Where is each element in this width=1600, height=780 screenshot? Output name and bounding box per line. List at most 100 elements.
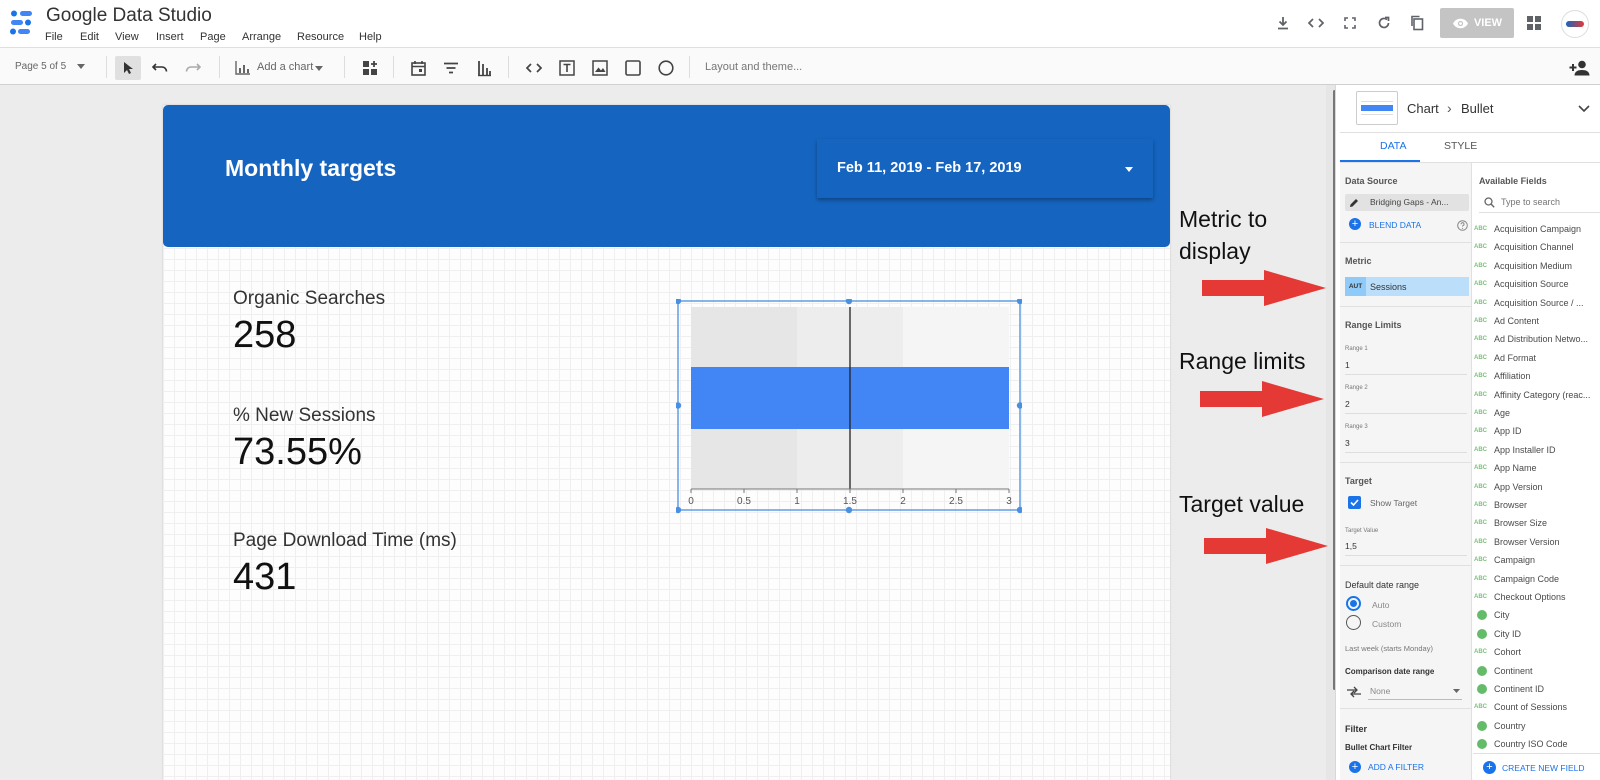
resize-handle[interactable]: [676, 506, 682, 514]
field-item[interactable]: ABC Checkout Options: [1474, 588, 1600, 606]
layout-theme-button[interactable]: Layout and theme...: [705, 61, 802, 73]
page-selector[interactable]: Page 5 of 5: [15, 61, 66, 72]
field-item[interactable]: ABC Count of Sessions: [1474, 698, 1600, 716]
undo-icon[interactable]: [150, 58, 170, 78]
comparison-value: None: [1370, 686, 1391, 696]
account-logo[interactable]: [1561, 10, 1589, 38]
range2-input[interactable]: 2: [1345, 399, 1350, 409]
copy-icon[interactable]: [1407, 12, 1427, 34]
auto-radio[interactable]: [1346, 596, 1361, 611]
field-item[interactable]: ABC App ID: [1474, 422, 1600, 440]
field-item[interactable]: ABC Acquisition Source / ...: [1474, 294, 1600, 312]
range3-input[interactable]: 3: [1345, 438, 1350, 448]
menu-edit[interactable]: Edit: [80, 31, 99, 43]
resize-handle[interactable]: [676, 402, 682, 409]
community-viz-icon[interactable]: [360, 58, 380, 78]
rectangle-icon[interactable]: [623, 58, 643, 78]
field-item[interactable]: Continent: [1474, 662, 1600, 680]
text-box-icon[interactable]: [557, 58, 577, 78]
field-item[interactable]: ABC Campaign Code: [1474, 570, 1600, 588]
tab-style[interactable]: STYLE: [1444, 140, 1477, 152]
field-item[interactable]: ABC App Name: [1474, 459, 1600, 477]
fullscreen-icon[interactable]: [1340, 13, 1360, 33]
field-item[interactable]: ABC Browser Version: [1474, 533, 1600, 551]
resize-handle[interactable]: [845, 299, 853, 305]
field-item[interactable]: ABC Affiliation: [1474, 367, 1600, 385]
field-item[interactable]: ABC Campaign: [1474, 551, 1600, 569]
menu-view[interactable]: View: [115, 31, 139, 43]
resize-handle[interactable]: [1016, 402, 1022, 409]
filter-control-icon[interactable]: [441, 58, 461, 78]
scorecard-page-download-time[interactable]: Page Download Time (ms) 431: [233, 530, 533, 600]
field-item[interactable]: Country: [1474, 717, 1600, 735]
menu-resource[interactable]: Resource: [297, 31, 344, 43]
help-icon[interactable]: [1456, 219, 1468, 231]
menu-file[interactable]: File: [45, 31, 63, 43]
resize-handle[interactable]: [1016, 299, 1022, 305]
create-new-field-button[interactable]: + CREATE NEW FIELD: [1479, 760, 1599, 776]
menu-page[interactable]: Page: [200, 31, 226, 43]
bullet-chart[interactable]: 0 0.5 1 1.5 2 2.5 3: [676, 299, 1022, 522]
show-target-checkbox[interactable]: [1348, 496, 1361, 509]
menu-insert[interactable]: Insert: [156, 31, 184, 43]
page-selector-caret-icon[interactable]: [76, 61, 86, 71]
select-pointer-button[interactable]: [115, 56, 141, 80]
resize-handle[interactable]: [845, 506, 853, 514]
field-item[interactable]: ABC Ad Format: [1474, 349, 1600, 367]
panel-collapse-chevron-icon[interactable]: [1576, 102, 1592, 114]
field-item[interactable]: ABC Ad Distribution Netwo...: [1474, 330, 1600, 348]
date-range-icon[interactable]: [408, 58, 428, 78]
apps-grid-icon[interactable]: [1524, 13, 1544, 33]
menu-help[interactable]: Help: [359, 31, 382, 43]
custom-radio[interactable]: [1346, 615, 1361, 630]
resize-handle[interactable]: [1016, 506, 1022, 514]
metric-chip[interactable]: AUT Sessions: [1345, 277, 1469, 296]
field-search-input[interactable]: [1501, 194, 1597, 210]
data-source-selector[interactable]: Bridging Gaps - An...: [1345, 194, 1469, 211]
field-item[interactable]: ABC App Version: [1474, 478, 1600, 496]
redo-icon[interactable]: [183, 58, 203, 78]
view-button[interactable]: VIEW: [1440, 8, 1514, 38]
field-item[interactable]: ABC Affinity Category (reac...: [1474, 386, 1600, 404]
field-item[interactable]: Continent ID: [1474, 680, 1600, 698]
target-value-input[interactable]: 1,5: [1345, 541, 1357, 551]
add-filter-button[interactable]: + ADD A FILTER: [1345, 760, 1465, 776]
comparison-select[interactable]: None: [1368, 684, 1462, 700]
url-embed-icon[interactable]: [524, 58, 544, 78]
add-chart-button[interactable]: Add a chart: [232, 57, 332, 79]
add-person-icon[interactable]: [1568, 56, 1592, 80]
field-item[interactable]: ABC Acquisition Medium: [1474, 257, 1600, 275]
field-item[interactable]: ABC Cohort: [1474, 643, 1600, 661]
field-item[interactable]: ABC App Installer ID: [1474, 441, 1600, 459]
field-item[interactable]: ABC Ad Content: [1474, 312, 1600, 330]
tab-data[interactable]: DATA: [1380, 140, 1406, 152]
embed-code-icon[interactable]: [1306, 13, 1326, 33]
field-item[interactable]: ABC Acquisition Campaign: [1474, 220, 1600, 238]
chart-type-thumbnail[interactable]: [1356, 91, 1398, 125]
text-field-icon: ABC: [1474, 299, 1487, 306]
comparison-caret-icon: [1452, 688, 1460, 694]
resize-handle[interactable]: [676, 299, 682, 305]
data-studio-logo-icon[interactable]: [8, 8, 34, 36]
refresh-icon[interactable]: [1374, 13, 1394, 33]
field-item[interactable]: ABC Age: [1474, 404, 1600, 422]
blend-data-button[interactable]: + BLEND DATA: [1345, 218, 1465, 232]
menu-arrange[interactable]: Arrange: [242, 31, 281, 43]
scorecard-organic-searches[interactable]: Organic Searches 258: [233, 288, 533, 358]
download-icon[interactable]: [1273, 13, 1293, 33]
field-item[interactable]: Country ISO Code: [1474, 735, 1600, 753]
image-icon[interactable]: [590, 58, 610, 78]
circle-icon[interactable]: [656, 58, 676, 78]
field-item[interactable]: ABC Browser: [1474, 496, 1600, 514]
field-item[interactable]: City: [1474, 606, 1600, 624]
field-item[interactable]: ABC Browser Size: [1474, 514, 1600, 532]
report-title[interactable]: Monthly targets: [225, 155, 396, 182]
range1-input[interactable]: 1: [1345, 360, 1350, 370]
date-range-control[interactable]: Feb 11, 2019 - Feb 17, 2019: [817, 139, 1153, 198]
scorecard-new-sessions[interactable]: % New Sessions 73.55%: [233, 405, 533, 475]
field-item[interactable]: City ID: [1474, 625, 1600, 643]
data-control-icon[interactable]: [474, 57, 494, 79]
field-item[interactable]: ABC Acquisition Source: [1474, 275, 1600, 293]
panel-divider: [1340, 306, 1472, 307]
field-item[interactable]: ABC Acquisition Channel: [1474, 238, 1600, 256]
